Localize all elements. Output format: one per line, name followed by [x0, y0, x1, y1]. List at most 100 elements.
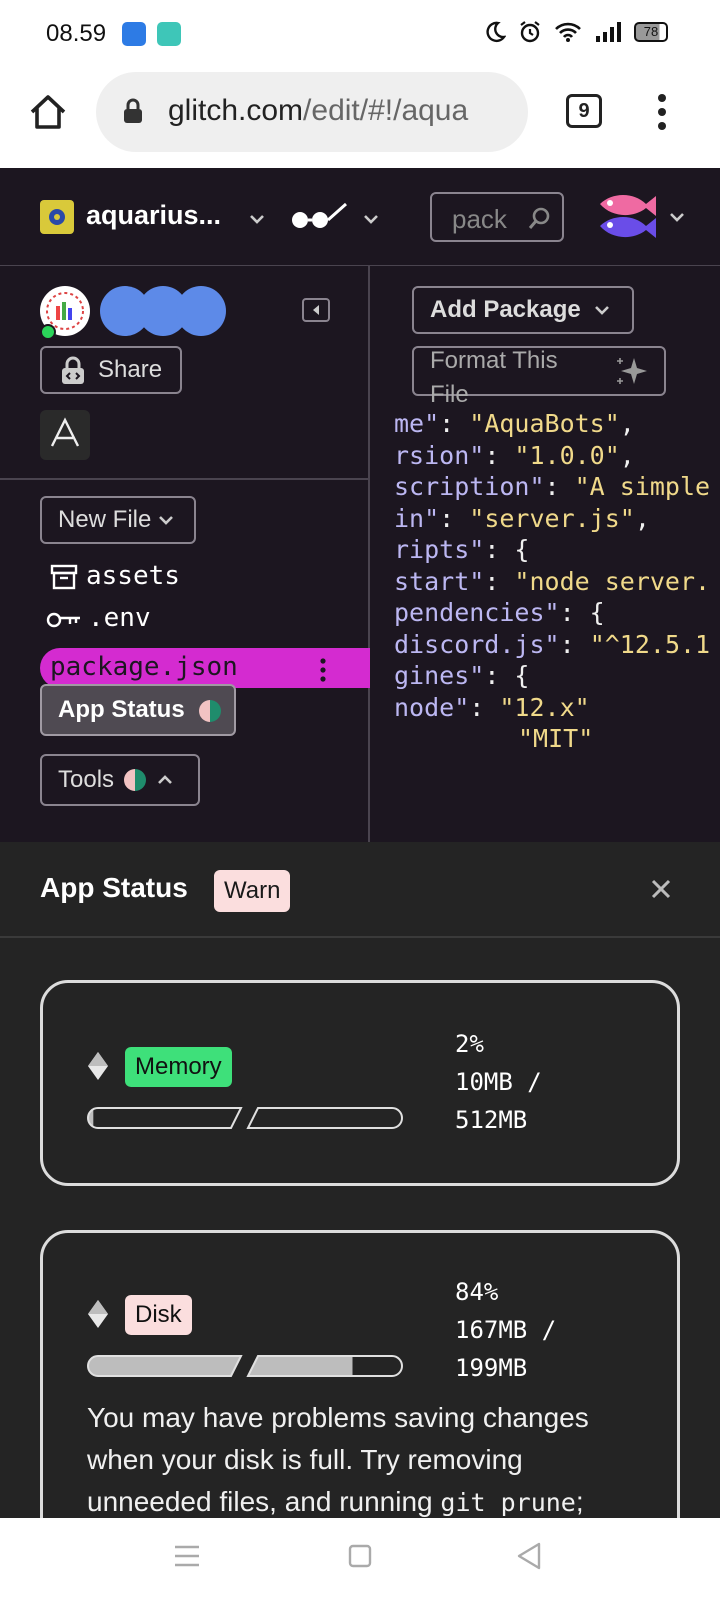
code-line: node": "12.x": [394, 692, 590, 722]
search-icon: [528, 207, 550, 229]
user-fish-avatar-icon[interactable]: [596, 188, 658, 244]
archive-box-icon: [50, 564, 78, 590]
disk-card: Disk 84% 167MB / 199MB You may have prob…: [40, 1230, 680, 1518]
lock-icon: [124, 98, 142, 123]
show-app-icon[interactable]: [290, 200, 350, 232]
tools-label: Tools: [58, 766, 115, 793]
file-options-icon[interactable]: [320, 658, 326, 682]
diamond-icon: [88, 1300, 108, 1328]
chevron-down-icon: [159, 516, 174, 525]
memory-badge: Memory: [125, 1047, 232, 1087]
collaborator-avatar[interactable]: [176, 286, 226, 336]
add-package-label: Add Package: [430, 296, 581, 323]
collapse-sidebar-button[interactable]: [302, 298, 330, 322]
chevron-down-icon[interactable]: [362, 210, 380, 228]
sparkle-icon: [617, 358, 647, 384]
progress-fill: [88, 1109, 94, 1127]
home-icon[interactable]: [28, 92, 68, 132]
memory-percent: 2%: [455, 1030, 484, 1058]
glitch-editor: aquarius... pack Share New File assets .…: [0, 168, 720, 842]
code-line: scription": "A simple: [394, 472, 711, 501]
code-line: pendencies": {: [394, 598, 605, 627]
android-app-icon: [122, 22, 146, 46]
format-file-label: Format This File: [430, 347, 558, 408]
code-line: rsion": "1.0.0",: [394, 440, 635, 470]
disk-stats: 84% 167MB / 199MB: [455, 1273, 556, 1387]
home-square-icon[interactable]: [348, 1544, 372, 1568]
new-file-button[interactable]: New File: [40, 496, 196, 544]
disk-usage-line2: 199MB: [455, 1354, 528, 1382]
file-item-package-json[interactable]: package.json: [40, 648, 370, 688]
status-bar: 08.59 78: [0, 0, 720, 70]
memory-card: Memory 2% 10MB / 512MB: [40, 980, 680, 1186]
status-badge: Warn: [214, 870, 291, 912]
app-status-label: App Status: [58, 696, 185, 723]
file-item-env[interactable]: .env: [46, 602, 151, 633]
code-editor-pane[interactable]: Add Package Format This File me": "AquaB…: [372, 266, 720, 842]
moon-icon: [486, 21, 506, 43]
file-label: .env: [88, 603, 151, 633]
project-name[interactable]: aquarius...: [86, 200, 221, 231]
share-button[interactable]: Share: [40, 346, 182, 394]
project-avatar[interactable]: [40, 200, 74, 234]
tab-switcher-button[interactable]: 9: [566, 94, 602, 128]
progress-segment: [246, 1107, 403, 1129]
collapse-left-icon: [313, 305, 319, 315]
chevron-down-icon[interactable]: [668, 208, 686, 226]
more-options-icon[interactable]: [654, 92, 670, 132]
search-placeholder: pack: [452, 204, 507, 234]
add-package-button[interactable]: Add Package: [412, 286, 634, 334]
status-indicator-icon: [124, 769, 147, 791]
memory-usage-line1: 10MB /: [455, 1068, 542, 1096]
app-status-button[interactable]: App Status: [40, 684, 236, 736]
code-line: discord.js": "^12.5.1: [394, 629, 711, 659]
menu-icon[interactable]: [174, 1544, 200, 1568]
memory-usage-line2: 512MB: [455, 1106, 528, 1134]
close-icon[interactable]: [650, 878, 672, 900]
file-item-assets[interactable]: assets: [50, 560, 180, 591]
share-label: Share: [98, 356, 163, 383]
disk-progress-bar: [87, 1355, 403, 1377]
search-input[interactable]: pack: [430, 192, 564, 242]
lock-code-icon: [62, 356, 84, 384]
alarm-icon: [520, 21, 540, 43]
chevron-down-icon[interactable]: [248, 210, 266, 228]
status-indicator-icon: [199, 699, 222, 722]
code-line: "MIT": [518, 724, 594, 753]
progress-fill: [88, 1356, 241, 1376]
system-nav-bar: [0, 1518, 720, 1600]
url-text: glitch.com/edit/#!/aqua: [168, 94, 469, 127]
code-line: start": "node server.: [394, 566, 711, 596]
battery-icon: 78: [634, 22, 668, 42]
browser-toolbar: glitch.com/edit/#!/aqua 9: [0, 70, 720, 168]
back-icon[interactable]: [516, 1542, 542, 1570]
code-line: ripts": {: [394, 535, 530, 564]
chevron-down-icon: [594, 306, 609, 315]
aquarius-logo[interactable]: [40, 410, 90, 460]
code-line: in": "server.js",: [394, 503, 650, 533]
project-logo-icon: [49, 209, 65, 225]
disk-usage-line1: 167MB /: [455, 1316, 557, 1344]
disk-warning-text: You may have problems saving changes whe…: [87, 1402, 589, 1517]
aquarius-logo-icon: [50, 417, 80, 447]
code-line: gines": {: [394, 661, 530, 690]
chevron-up-icon: [158, 775, 172, 784]
disk-percent: 84%: [455, 1278, 499, 1306]
editor-top-nav: aquarius... pack: [0, 168, 720, 266]
app-notification-icon: [157, 22, 181, 46]
memory-stats: 2% 10MB / 512MB: [455, 1025, 542, 1139]
code-line: me": "AquaBots",: [394, 409, 635, 438]
diamond-icon: [88, 1052, 108, 1080]
format-file-button[interactable]: Format This File: [412, 346, 666, 408]
app-status-panel: App Status Warn Memory 2% 10MB / 512MB D…: [0, 842, 720, 1518]
memory-progress-bar: [87, 1107, 403, 1129]
tools-button[interactable]: Tools: [40, 754, 200, 806]
divider: [0, 478, 370, 480]
address-bar[interactable]: glitch.com/edit/#!/aqua: [96, 72, 528, 152]
code-content[interactable]: me": "AquaBots", rsion": "1.0.0", scriptio…: [394, 408, 710, 755]
key-icon: [46, 612, 80, 628]
signal-icon: [596, 22, 621, 42]
file-label: assets: [86, 561, 180, 591]
disk-badge: Disk: [125, 1295, 192, 1335]
online-status-dot: [40, 324, 56, 340]
